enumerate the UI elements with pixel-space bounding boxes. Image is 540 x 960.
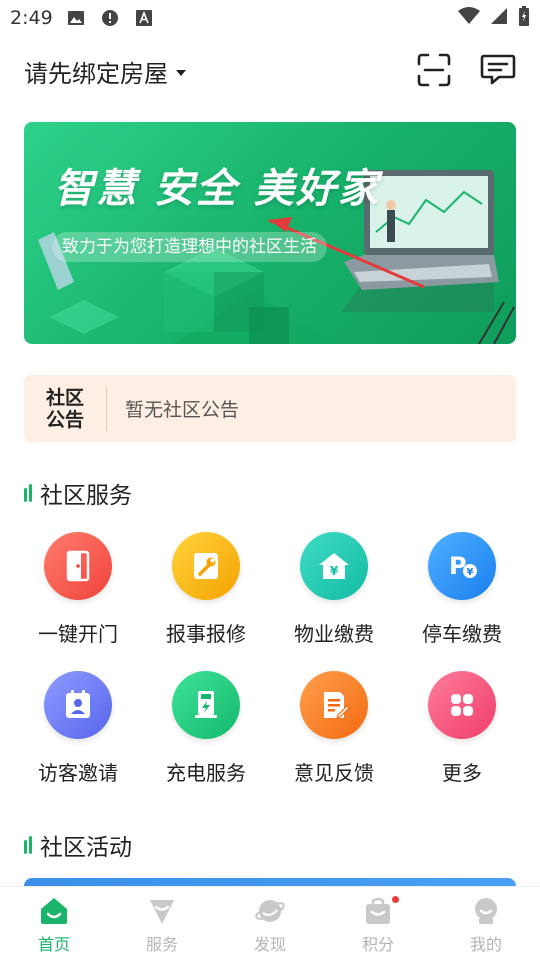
service-label: 报事报修 bbox=[166, 622, 246, 646]
notice-badge-line1: 社区 bbox=[45, 386, 84, 409]
service-more[interactable]: 更多 bbox=[398, 671, 526, 786]
section-bar-icon bbox=[24, 836, 32, 854]
battery-icon bbox=[518, 6, 530, 30]
service-charging[interactable]: 充电服务 bbox=[142, 671, 270, 786]
service-label: 访客邀请 bbox=[38, 761, 118, 785]
status-time: 2:49 bbox=[10, 7, 53, 29]
points-badge-dot bbox=[390, 895, 400, 904]
activities-section-header: 社区活动 bbox=[24, 828, 132, 862]
svg-text:¥: ¥ bbox=[467, 567, 474, 578]
services-grid: 一键开门 报事报修 ¥ 物业缴费 P¥ 停车缴费 访客邀请 充电服务 意见反馈 bbox=[14, 532, 526, 786]
nav-discover[interactable]: 发现 bbox=[216, 887, 324, 960]
profile-icon bbox=[470, 895, 502, 927]
status-bar: 2:49 bbox=[0, 0, 540, 36]
more-icon bbox=[428, 671, 496, 739]
services-section-header: 社区服务 bbox=[24, 476, 132, 510]
scan-button[interactable] bbox=[414, 52, 454, 92]
service-label: 充电服务 bbox=[166, 761, 246, 785]
banner-subtitle: 致力于为您打造理想中的社区生活 bbox=[52, 232, 327, 262]
activities-section-title: 社区活动 bbox=[40, 835, 132, 861]
header: 请先绑定房屋 bbox=[0, 42, 540, 102]
nav-label: 首页 bbox=[37, 935, 70, 954]
notice-badge-line2: 公告 bbox=[45, 408, 84, 431]
scan-icon bbox=[417, 53, 451, 91]
a-text-icon bbox=[135, 9, 153, 27]
wrench-icon bbox=[172, 532, 240, 600]
house-selector[interactable]: 请先绑定房屋 bbox=[24, 54, 186, 89]
community-notice[interactable]: 社区 公告 暂无社区公告 bbox=[24, 375, 516, 442]
feedback-icon bbox=[300, 671, 368, 739]
service-property-fee[interactable]: ¥ 物业缴费 bbox=[270, 532, 398, 647]
svg-text:P: P bbox=[449, 552, 467, 580]
service-repair[interactable]: 报事报修 bbox=[142, 532, 270, 647]
service-parking-fee[interactable]: P ¥ 停车缴费 bbox=[398, 532, 526, 647]
service-visitor-invite[interactable]: 访客邀请 bbox=[14, 671, 142, 786]
notice-divider bbox=[106, 386, 107, 431]
message-icon bbox=[480, 53, 516, 91]
promo-banner[interactable]: 智慧 安全 美好家 致力于为您打造理想中的社区生活 bbox=[24, 122, 516, 344]
nav-service[interactable]: 服务 bbox=[108, 887, 216, 960]
nav-profile[interactable]: 我的 bbox=[432, 887, 540, 960]
nav-label: 服务 bbox=[145, 935, 178, 954]
nav-home[interactable]: 首页 bbox=[0, 887, 108, 960]
service-icon bbox=[146, 895, 178, 927]
house-yen-icon: ¥ bbox=[300, 532, 368, 600]
nav-label: 积分 bbox=[361, 935, 394, 954]
notice-badge: 社区 公告 bbox=[24, 375, 106, 442]
services-section-title: 社区服务 bbox=[40, 483, 132, 509]
house-selector-label: 请先绑定房屋 bbox=[24, 60, 168, 88]
charger-icon bbox=[172, 671, 240, 739]
signal-icon bbox=[490, 7, 508, 29]
service-label: 一键开门 bbox=[38, 622, 118, 646]
nav-points[interactable]: 积分 bbox=[324, 887, 432, 960]
section-bar-icon bbox=[24, 484, 32, 502]
points-bag-icon bbox=[362, 895, 394, 927]
service-label: 物业缴费 bbox=[294, 622, 374, 646]
service-open-door[interactable]: 一键开门 bbox=[14, 532, 142, 647]
image-icon bbox=[67, 9, 85, 27]
service-label: 意见反馈 bbox=[294, 761, 374, 785]
planet-icon bbox=[254, 895, 286, 927]
message-button[interactable] bbox=[478, 52, 518, 92]
nav-label: 我的 bbox=[469, 935, 502, 954]
nav-label: 发现 bbox=[253, 935, 286, 954]
caret-down-icon bbox=[176, 69, 186, 76]
svg-text:¥: ¥ bbox=[330, 564, 339, 578]
home-icon bbox=[38, 895, 70, 927]
service-label: 更多 bbox=[442, 761, 482, 785]
door-icon bbox=[44, 532, 112, 600]
banner-title: 智慧 安全 美好家 bbox=[54, 166, 380, 212]
service-label: 停车缴费 bbox=[422, 622, 502, 646]
wifi-icon bbox=[458, 7, 480, 29]
notice-text: 暂无社区公告 bbox=[125, 399, 240, 421]
parking-icon: P ¥ bbox=[428, 532, 496, 600]
visitor-card-icon bbox=[44, 671, 112, 739]
alert-icon bbox=[101, 9, 119, 27]
service-feedback[interactable]: 意见反馈 bbox=[270, 671, 398, 786]
bottom-nav: 首页 服务 发现 积分 我的 bbox=[0, 886, 540, 960]
